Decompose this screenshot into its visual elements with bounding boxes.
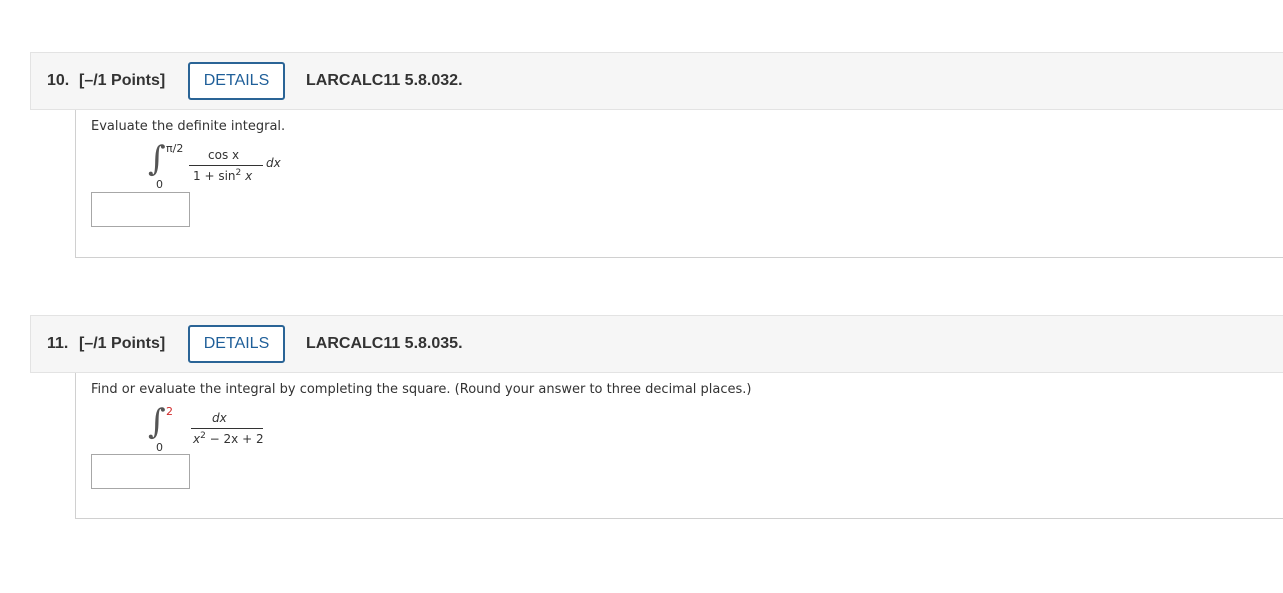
question-points: [–/1 Points] xyxy=(79,335,166,352)
answer-input[interactable] xyxy=(91,454,190,489)
upper-limit: π/2 xyxy=(166,142,184,155)
numerator: dx xyxy=(212,411,227,425)
denominator-base: 1 + sin xyxy=(193,169,236,183)
question-header: 11. [–/1 Points] DETAILS LARCALC11 5.8.0… xyxy=(30,315,1283,373)
question-code: LARCALC11 5.8.035. xyxy=(306,335,463,352)
denominator: x2 − 2x + 2 xyxy=(193,431,264,446)
fraction-bar xyxy=(191,428,263,429)
upper-limit: 2 xyxy=(166,405,173,418)
integral-formula: ∫ 2 0 dx x2 − 2x + 2 xyxy=(136,402,376,454)
question-points: [–/1 Points] xyxy=(79,72,166,89)
numerator: cos x xyxy=(208,148,240,162)
question-10: 10. [–/1 Points] DETAILS LARCALC11 5.8.0… xyxy=(30,52,1283,258)
answer-input[interactable] xyxy=(91,192,190,227)
denominator-tail: x xyxy=(245,169,253,183)
question-body: Evaluate the definite integral. ∫ π/2 0 … xyxy=(75,110,1283,258)
question-prompt: Evaluate the definite integral. xyxy=(91,119,286,134)
denominator-exponent: 2 xyxy=(235,168,242,178)
fraction-bar xyxy=(189,165,263,166)
integral-formula: ∫ π/2 0 cos x 1 + sin2 x dx xyxy=(136,139,376,191)
integral-sign-icon: ∫ xyxy=(148,402,166,442)
question-prompt: Find or evaluate the integral by complet… xyxy=(91,382,752,397)
lower-limit: 0 xyxy=(156,441,163,454)
integral-sign-icon: ∫ xyxy=(148,139,166,179)
question-code: LARCALC11 5.8.032. xyxy=(306,72,463,89)
question-body: Find or evaluate the integral by complet… xyxy=(75,373,1283,519)
question-11: 11. [–/1 Points] DETAILS LARCALC11 5.8.0… xyxy=(30,315,1283,519)
differential: dx xyxy=(266,156,281,170)
details-button[interactable]: DETAILS xyxy=(188,62,285,100)
details-button[interactable]: DETAILS xyxy=(188,325,285,363)
question-header: 10. [–/1 Points] DETAILS LARCALC11 5.8.0… xyxy=(30,52,1283,110)
question-number: 11. xyxy=(47,335,69,352)
denominator: 1 + sin2 x xyxy=(193,168,252,183)
denominator-exponent: 2 xyxy=(200,431,206,441)
question-number: 10. xyxy=(47,72,70,89)
denominator-tail: − 2x + 2 xyxy=(209,432,264,446)
lower-limit: 0 xyxy=(156,178,163,191)
